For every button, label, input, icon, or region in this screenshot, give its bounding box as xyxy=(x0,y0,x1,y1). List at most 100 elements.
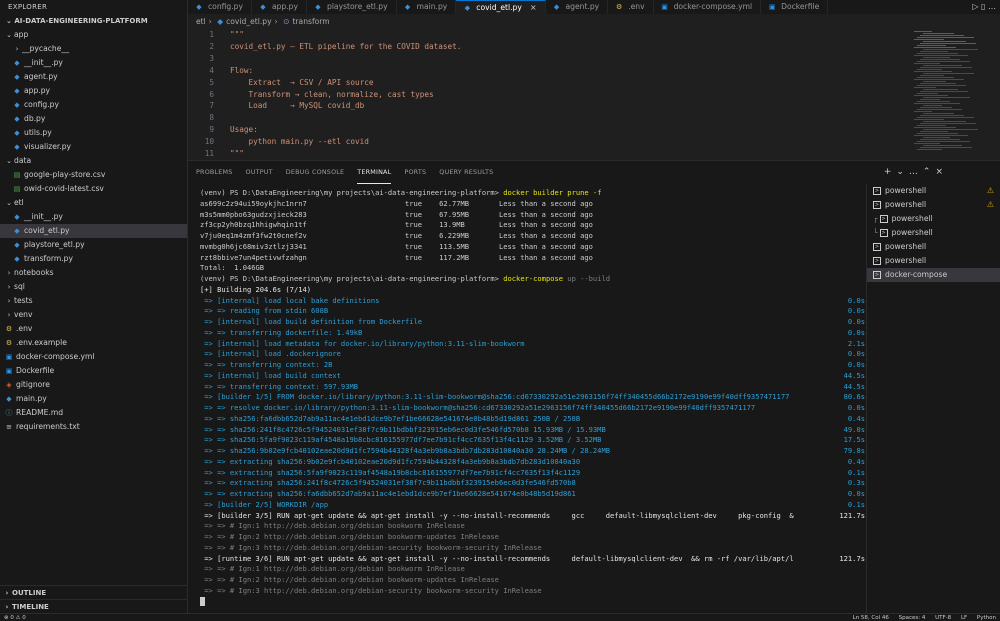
tree-folder[interactable]: › sql xyxy=(0,280,187,294)
tree-file[interactable]: ◆ app.py xyxy=(0,84,187,98)
add-terminal-icon[interactable]: + xyxy=(884,167,897,177)
terminal-line: => => extracting sha256:fa6dbb652d7ab9a1… xyxy=(200,489,865,500)
code-text: Extract → CSV / API source xyxy=(230,77,374,87)
close-icon[interactable]: × xyxy=(530,1,537,15)
terminal-name: powershell xyxy=(891,228,933,237)
panel-tab[interactable]: TERMINAL xyxy=(357,161,392,184)
close-icon[interactable]: × xyxy=(935,167,948,177)
panel-tab[interactable]: DEBUG CONSOLE xyxy=(286,161,345,184)
tree-file[interactable]: ◆ covid_etl.py xyxy=(0,224,187,238)
tree-item-label: main.py xyxy=(16,394,47,403)
terminal-instance[interactable]: > powershell xyxy=(867,254,1000,268)
terminal-instance[interactable]: └ > powershell xyxy=(867,226,1000,240)
minimap-line xyxy=(920,75,944,76)
tree-file[interactable]: ⚙ .env.example xyxy=(0,336,187,350)
editor-tab[interactable]: ▣ Dockerfile xyxy=(761,0,829,14)
panel-tab[interactable]: QUERY RESULTS xyxy=(439,161,493,184)
tree-file[interactable]: ⓘ README.md xyxy=(0,406,187,420)
code-editor[interactable]: 1 """ 2 covid_etl.py — ETL pipeline for the… xyxy=(188,29,1000,160)
tree-folder[interactable]: ⌄ etl xyxy=(0,196,187,210)
tree-file[interactable]: ◆ __init__.py xyxy=(0,210,187,224)
tree-folder[interactable]: › tests xyxy=(0,294,187,308)
tree-file[interactable]: ▤ google-play-store.csv xyxy=(0,168,187,182)
terminal-instance[interactable]: > powershell ⚠ xyxy=(867,184,1000,198)
tree-file[interactable]: ◆ visualizer.py xyxy=(0,140,187,154)
tree-file[interactable]: ◆ transform.py xyxy=(0,252,187,266)
tree-file[interactable]: ▣ Dockerfile xyxy=(0,364,187,378)
line-ending[interactable]: LF xyxy=(961,615,967,621)
timeline-label: TIMELINE xyxy=(12,603,49,611)
tree-folder[interactable]: › notebooks xyxy=(0,266,187,280)
terminal-instance[interactable]: > docker-compose xyxy=(867,268,1000,282)
tree-file[interactable]: ◆ __init__.py xyxy=(0,56,187,70)
tree-item-label: google-play-store.csv xyxy=(24,170,106,179)
remote-icon[interactable]: ⊗ 0 ⚠ 0 xyxy=(4,614,26,621)
project-root[interactable]: ⌄ AI-DATA-ENGINEERING-PLATFORM xyxy=(0,14,187,28)
panel-tab[interactable]: OUTPUT xyxy=(245,161,272,184)
code-line: 7 Load → MySQL covid_db xyxy=(188,100,908,112)
terminal-output[interactable]: (venv) PS D:\DataEngineering\my projects… xyxy=(200,188,865,612)
tree-file[interactable]: ◆ db.py xyxy=(0,112,187,126)
terminal-icon: > xyxy=(873,201,881,209)
breadcrumb-file[interactable]: covid_etl.py xyxy=(226,17,272,26)
language-mode[interactable]: Python xyxy=(977,615,996,621)
chevron-down-icon: ⌄ xyxy=(6,199,12,207)
terminal-name: powershell xyxy=(891,214,933,223)
more-icon[interactable]: … xyxy=(909,167,923,177)
tree-folder[interactable]: ⌄ data xyxy=(0,154,187,168)
editor-tab[interactable]: ◆ playstore_etl.py xyxy=(307,0,397,14)
panel-tab[interactable]: PORTS xyxy=(404,161,426,184)
run-icon[interactable]: ▷ xyxy=(972,2,978,11)
terminal-instance[interactable]: > powershell xyxy=(867,240,1000,254)
terminal-text: (venv) PS D:\DataEngineering\my projects… xyxy=(200,274,504,283)
encoding[interactable]: UTF-8 xyxy=(935,615,951,621)
minimap[interactable] xyxy=(914,31,992,157)
split-editor-icon[interactable]: ▯ xyxy=(981,2,985,11)
step-duration: 44.5s xyxy=(843,370,865,382)
cursor-position[interactable]: Ln 58, Col 46 xyxy=(853,615,889,621)
editor-tab[interactable]: ◆ agent.py xyxy=(546,0,609,14)
tree-file[interactable]: ◆ agent.py xyxy=(0,70,187,84)
terminal-line: (venv) PS D:\DataEngineering\my projects… xyxy=(200,188,865,199)
breadcrumb-symbol[interactable]: transform xyxy=(292,17,329,26)
minimap-line xyxy=(914,63,940,64)
tree-folder[interactable]: › venv xyxy=(0,308,187,322)
editor-tab[interactable]: ◆ config.py xyxy=(188,0,252,14)
terminal-text: => => # Ign:2 http://deb.debian.org/debi… xyxy=(200,532,499,541)
editor-tab[interactable]: ◆ main.py xyxy=(397,0,457,14)
tree-file[interactable]: ◈ gitignore xyxy=(0,378,187,392)
outline-section[interactable]: › OUTLINE xyxy=(0,585,187,599)
more-icon[interactable]: … xyxy=(988,2,996,11)
terminal-line: m3s5mm0pbo63gudzxjieck283 true 67.95MB L… xyxy=(200,210,865,221)
panel-tab[interactable]: PROBLEMS xyxy=(196,161,232,184)
terminal-line: => => # Ign:2 http://deb.debian.org/debi… xyxy=(200,575,865,586)
chevron-right-icon: › xyxy=(15,45,19,53)
chevron-down-icon[interactable]: ⌄ xyxy=(896,167,909,177)
tree-file[interactable]: ◆ config.py xyxy=(0,98,187,112)
terminal-name: powershell xyxy=(885,242,927,251)
tree-file[interactable]: ≡ requirements.txt xyxy=(0,420,187,434)
tree-file[interactable]: ◆ playstore_etl.py xyxy=(0,238,187,252)
tree-file[interactable]: ◆ utils.py xyxy=(0,126,187,140)
tab-label: main.py xyxy=(416,2,448,11)
tree-file[interactable]: ⚙ .env xyxy=(0,322,187,336)
editor-tab[interactable]: ⚙ .env xyxy=(608,0,654,14)
editor-tab[interactable]: ▣ docker-compose.yml xyxy=(654,0,762,14)
maximize-icon[interactable]: ⌃ xyxy=(923,167,936,177)
terminal-instance[interactable]: ┌ > powershell xyxy=(867,212,1000,226)
breadcrumb-folder[interactable]: etl xyxy=(196,17,206,26)
tree-folder[interactable]: ⌄ app xyxy=(0,28,187,42)
terminal-line: => [builder 1/5] FROM docker.io/library/… xyxy=(200,392,865,403)
code-line: 9 Usage: xyxy=(188,124,908,136)
editor-tab[interactable]: ◆ covid_etl.py × xyxy=(456,0,546,15)
tree-file[interactable]: ◆ main.py xyxy=(0,392,187,406)
timeline-section[interactable]: › TIMELINE xyxy=(0,599,187,613)
tree-folder[interactable]: › __pycache__ xyxy=(0,42,187,56)
editor-tab[interactable]: ◆ app.py xyxy=(252,0,307,14)
tree-file[interactable]: ▤ owid-covid-latest.csv xyxy=(0,182,187,196)
tree-item-label: gitignore xyxy=(16,380,50,389)
minimap-line xyxy=(914,127,956,128)
tree-file[interactable]: ▣ docker-compose.yml xyxy=(0,350,187,364)
terminal-instance[interactable]: > powershell ⚠ xyxy=(867,198,1000,212)
indentation[interactable]: Spaces: 4 xyxy=(899,615,926,621)
